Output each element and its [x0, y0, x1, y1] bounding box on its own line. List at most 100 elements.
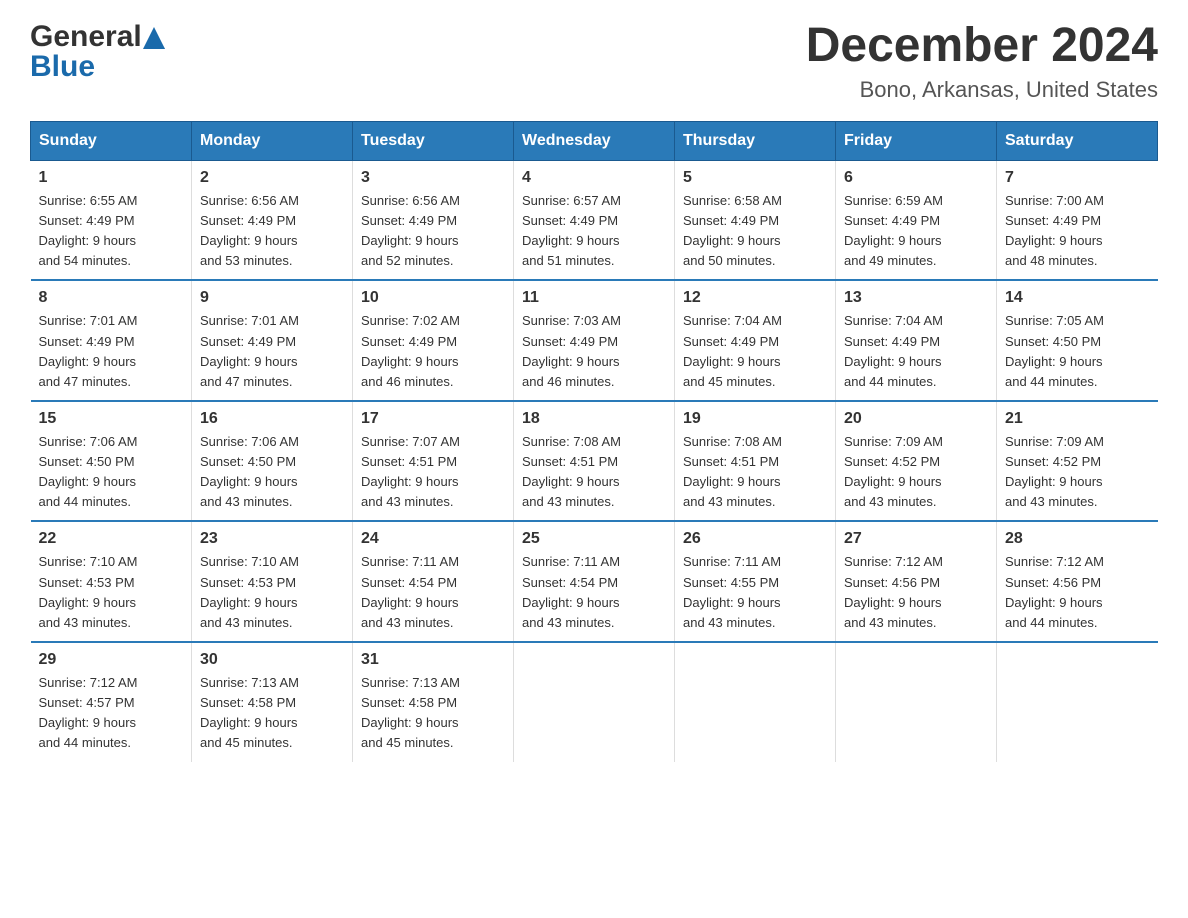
- day-info: Sunrise: 7:02 AM Sunset: 4:49 PM Dayligh…: [361, 311, 505, 392]
- table-row: 21 Sunrise: 7:09 AM Sunset: 4:52 PM Dayl…: [997, 401, 1158, 522]
- table-row: 4 Sunrise: 6:57 AM Sunset: 4:49 PM Dayli…: [514, 160, 675, 280]
- calendar-body: 1 Sunrise: 6:55 AM Sunset: 4:49 PM Dayli…: [31, 160, 1158, 761]
- day-number: 18: [522, 410, 666, 428]
- day-info: Sunrise: 7:10 AM Sunset: 4:53 PM Dayligh…: [39, 552, 184, 633]
- page-title: December 2024: [806, 20, 1158, 73]
- table-row: 30 Sunrise: 7:13 AM Sunset: 4:58 PM Dayl…: [192, 642, 353, 762]
- table-row: 9 Sunrise: 7:01 AM Sunset: 4:49 PM Dayli…: [192, 280, 353, 401]
- table-row: [997, 642, 1158, 762]
- day-info: Sunrise: 7:08 AM Sunset: 4:51 PM Dayligh…: [522, 432, 666, 513]
- day-number: 30: [200, 651, 344, 669]
- day-number: 31: [361, 651, 505, 669]
- day-number: 25: [522, 530, 666, 548]
- day-number: 13: [844, 289, 988, 307]
- day-info: Sunrise: 7:01 AM Sunset: 4:49 PM Dayligh…: [200, 311, 344, 392]
- day-number: 21: [1005, 410, 1150, 428]
- day-info: Sunrise: 7:13 AM Sunset: 4:58 PM Dayligh…: [361, 673, 505, 754]
- day-info: Sunrise: 7:09 AM Sunset: 4:52 PM Dayligh…: [844, 432, 988, 513]
- day-info: Sunrise: 7:05 AM Sunset: 4:50 PM Dayligh…: [1005, 311, 1150, 392]
- table-row: 12 Sunrise: 7:04 AM Sunset: 4:49 PM Dayl…: [675, 280, 836, 401]
- day-info: Sunrise: 6:57 AM Sunset: 4:49 PM Dayligh…: [522, 191, 666, 272]
- table-row: 7 Sunrise: 7:00 AM Sunset: 4:49 PM Dayli…: [997, 160, 1158, 280]
- day-number: 16: [200, 410, 344, 428]
- day-number: 8: [39, 289, 184, 307]
- table-row: 2 Sunrise: 6:56 AM Sunset: 4:49 PM Dayli…: [192, 160, 353, 280]
- day-number: 9: [200, 289, 344, 307]
- table-row: 29 Sunrise: 7:12 AM Sunset: 4:57 PM Dayl…: [31, 642, 192, 762]
- day-info: Sunrise: 7:04 AM Sunset: 4:49 PM Dayligh…: [844, 311, 988, 392]
- table-row: 15 Sunrise: 7:06 AM Sunset: 4:50 PM Dayl…: [31, 401, 192, 522]
- table-row: 19 Sunrise: 7:08 AM Sunset: 4:51 PM Dayl…: [675, 401, 836, 522]
- day-info: Sunrise: 6:55 AM Sunset: 4:49 PM Dayligh…: [39, 191, 184, 272]
- day-info: Sunrise: 7:07 AM Sunset: 4:51 PM Dayligh…: [361, 432, 505, 513]
- table-row: 22 Sunrise: 7:10 AM Sunset: 4:53 PM Dayl…: [31, 521, 192, 642]
- day-number: 20: [844, 410, 988, 428]
- table-row: 5 Sunrise: 6:58 AM Sunset: 4:49 PM Dayli…: [675, 160, 836, 280]
- table-row: 17 Sunrise: 7:07 AM Sunset: 4:51 PM Dayl…: [353, 401, 514, 522]
- table-row: 16 Sunrise: 7:06 AM Sunset: 4:50 PM Dayl…: [192, 401, 353, 522]
- day-info: Sunrise: 7:12 AM Sunset: 4:57 PM Dayligh…: [39, 673, 184, 754]
- day-number: 3: [361, 169, 505, 187]
- day-info: Sunrise: 7:09 AM Sunset: 4:52 PM Dayligh…: [1005, 432, 1150, 513]
- table-row: 11 Sunrise: 7:03 AM Sunset: 4:49 PM Dayl…: [514, 280, 675, 401]
- header-friday: Friday: [836, 121, 997, 160]
- day-number: 23: [200, 530, 344, 548]
- day-info: Sunrise: 7:11 AM Sunset: 4:55 PM Dayligh…: [683, 552, 827, 633]
- day-number: 6: [844, 169, 988, 187]
- day-number: 4: [522, 169, 666, 187]
- day-info: Sunrise: 7:10 AM Sunset: 4:53 PM Dayligh…: [200, 552, 344, 633]
- calendar-table: Sunday Monday Tuesday Wednesday Thursday…: [30, 121, 1158, 762]
- logo: General Blue: [30, 20, 165, 84]
- logo-icon: [143, 27, 165, 49]
- table-row: 27 Sunrise: 7:12 AM Sunset: 4:56 PM Dayl…: [836, 521, 997, 642]
- day-number: 14: [1005, 289, 1150, 307]
- day-number: 28: [1005, 530, 1150, 548]
- title-block: December 2024 Bono, Arkansas, United Sta…: [806, 20, 1158, 103]
- table-row: 18 Sunrise: 7:08 AM Sunset: 4:51 PM Dayl…: [514, 401, 675, 522]
- header-saturday: Saturday: [997, 121, 1158, 160]
- table-row: [675, 642, 836, 762]
- table-row: 25 Sunrise: 7:11 AM Sunset: 4:54 PM Dayl…: [514, 521, 675, 642]
- day-number: 1: [39, 169, 184, 187]
- calendar-header: Sunday Monday Tuesday Wednesday Thursday…: [31, 121, 1158, 160]
- table-row: 8 Sunrise: 7:01 AM Sunset: 4:49 PM Dayli…: [31, 280, 192, 401]
- table-row: 3 Sunrise: 6:56 AM Sunset: 4:49 PM Dayli…: [353, 160, 514, 280]
- day-number: 19: [683, 410, 827, 428]
- table-row: 23 Sunrise: 7:10 AM Sunset: 4:53 PM Dayl…: [192, 521, 353, 642]
- table-row: [836, 642, 997, 762]
- day-info: Sunrise: 6:58 AM Sunset: 4:49 PM Dayligh…: [683, 191, 827, 272]
- day-info: Sunrise: 7:13 AM Sunset: 4:58 PM Dayligh…: [200, 673, 344, 754]
- header-monday: Monday: [192, 121, 353, 160]
- table-row: 28 Sunrise: 7:12 AM Sunset: 4:56 PM Dayl…: [997, 521, 1158, 642]
- header-wednesday: Wednesday: [514, 121, 675, 160]
- logo-general-text: General: [30, 20, 142, 54]
- day-number: 11: [522, 289, 666, 307]
- day-number: 17: [361, 410, 505, 428]
- day-info: Sunrise: 7:11 AM Sunset: 4:54 PM Dayligh…: [361, 552, 505, 633]
- day-info: Sunrise: 7:01 AM Sunset: 4:49 PM Dayligh…: [39, 311, 184, 392]
- table-row: 24 Sunrise: 7:11 AM Sunset: 4:54 PM Dayl…: [353, 521, 514, 642]
- day-info: Sunrise: 7:03 AM Sunset: 4:49 PM Dayligh…: [522, 311, 666, 392]
- table-row: 6 Sunrise: 6:59 AM Sunset: 4:49 PM Dayli…: [836, 160, 997, 280]
- day-info: Sunrise: 7:12 AM Sunset: 4:56 PM Dayligh…: [844, 552, 988, 633]
- day-info: Sunrise: 7:06 AM Sunset: 4:50 PM Dayligh…: [200, 432, 344, 513]
- table-row: 26 Sunrise: 7:11 AM Sunset: 4:55 PM Dayl…: [675, 521, 836, 642]
- table-row: 31 Sunrise: 7:13 AM Sunset: 4:58 PM Dayl…: [353, 642, 514, 762]
- day-number: 24: [361, 530, 505, 548]
- header-sunday: Sunday: [31, 121, 192, 160]
- day-number: 27: [844, 530, 988, 548]
- table-row: 1 Sunrise: 6:55 AM Sunset: 4:49 PM Dayli…: [31, 160, 192, 280]
- day-number: 7: [1005, 169, 1150, 187]
- day-number: 2: [200, 169, 344, 187]
- day-info: Sunrise: 6:56 AM Sunset: 4:49 PM Dayligh…: [200, 191, 344, 272]
- day-info: Sunrise: 7:04 AM Sunset: 4:49 PM Dayligh…: [683, 311, 827, 392]
- day-info: Sunrise: 7:12 AM Sunset: 4:56 PM Dayligh…: [1005, 552, 1150, 633]
- day-number: 22: [39, 530, 184, 548]
- day-info: Sunrise: 7:06 AM Sunset: 4:50 PM Dayligh…: [39, 432, 184, 513]
- header-tuesday: Tuesday: [353, 121, 514, 160]
- day-info: Sunrise: 6:59 AM Sunset: 4:49 PM Dayligh…: [844, 191, 988, 272]
- logo-blue-text: Blue: [30, 50, 95, 84]
- table-row: 20 Sunrise: 7:09 AM Sunset: 4:52 PM Dayl…: [836, 401, 997, 522]
- day-number: 26: [683, 530, 827, 548]
- day-info: Sunrise: 7:00 AM Sunset: 4:49 PM Dayligh…: [1005, 191, 1150, 272]
